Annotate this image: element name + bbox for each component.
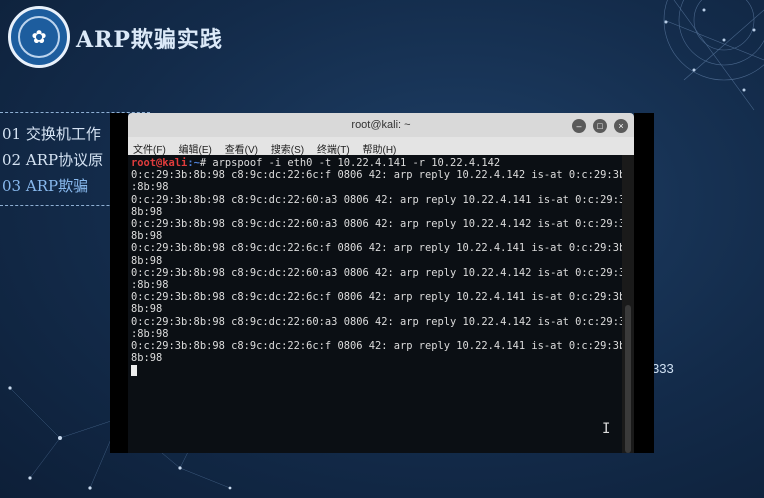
window-border — [110, 113, 128, 453]
menu-bar: 文件(F) 编辑(E) 查看(V) 搜索(S) 终端(T) 帮助(H) — [128, 137, 634, 156]
scrollbar-thumb[interactable] — [625, 305, 631, 453]
command-text: arpspoof -i eth0 -t 10.22.4.141 -r 10.22… — [212, 157, 501, 169]
menu-terminal[interactable]: 终端(T) — [312, 137, 355, 156]
prompt-path: :~ — [187, 157, 200, 169]
university-logo: ✿ — [8, 6, 70, 68]
output-line: 8b:98 — [131, 352, 163, 365]
command-line: root@kali:~# arpspoof -i eth0 -t 10.22.4… — [131, 157, 619, 169]
cursor-line — [131, 364, 619, 376]
output-line: :8b:98 — [131, 279, 169, 292]
maximize-button[interactable]: □ — [593, 119, 607, 133]
side-number: 333 — [652, 361, 674, 376]
output-line: 0:c:29:3b:8b:98 c8:9c:dc:22:6c:f 0806 42… — [131, 291, 622, 304]
output-line: 8b:98 — [131, 303, 163, 316]
ibeam-cursor-icon: I — [602, 421, 611, 437]
close-button[interactable]: × — [614, 119, 628, 133]
prompt-symbol: # — [199, 157, 213, 169]
output-line: 8b:98 — [131, 254, 163, 267]
text-cursor — [131, 364, 137, 376]
output-line: :8b:98 — [131, 327, 169, 340]
output-line: 0:c:29:3b:8b:98 c8:9c:dc:22:6c:f 0806 42… — [131, 169, 622, 182]
output-line: 0:c:29:3b:8b:98 c8:9c:dc:22:60:a3 0806 4… — [131, 218, 622, 231]
terminal-window[interactable]: root@kali: ~ – □ × 文件(F) 编辑(E) 查看(V) 搜索(… — [128, 113, 634, 453]
output-line: 0:c:29:3b:8b:98 c8:9c:dc:22:60:a3 0806 4… — [131, 193, 622, 206]
terminal-scrollbar[interactable] — [622, 155, 634, 453]
window-title: root@kali: ~ — [351, 119, 411, 131]
output-line: :8b:98 — [131, 181, 169, 194]
output-line: 0:c:29:3b:8b:98 c8:9c:dc:22:60:a3 0806 4… — [131, 315, 622, 328]
slide-title: ARP欺骗实践 — [76, 27, 223, 53]
network-decoration — [663, 0, 764, 111]
window-border — [634, 113, 654, 453]
menu-edit[interactable]: 编辑(E) — [174, 137, 217, 156]
output-line: 8b:98 — [131, 205, 163, 218]
minimize-button[interactable]: – — [572, 119, 586, 133]
output-line: 8b:98 — [131, 230, 163, 243]
terminal-output[interactable]: root@kali:~# arpspoof -i eth0 -t 10.22.4… — [128, 155, 622, 453]
menu-file[interactable]: 文件(F) — [128, 137, 171, 156]
output-line: 0:c:29:3b:8b:98 c8:9c:dc:22:6c:f 0806 42… — [131, 242, 622, 255]
prompt-user: root@kali — [131, 157, 188, 169]
logo-emblem: ✿ — [18, 16, 60, 58]
menu-search[interactable]: 搜索(S) — [266, 137, 309, 156]
output-line: 0:c:29:3b:8b:98 c8:9c:dc:22:60:a3 0806 4… — [131, 266, 622, 279]
output-line: 0:c:29:3b:8b:98 c8:9c:dc:22:6c:f 0806 42… — [131, 340, 622, 353]
menu-help[interactable]: 帮助(H) — [358, 137, 402, 156]
menu-view[interactable]: 查看(V) — [220, 137, 263, 156]
